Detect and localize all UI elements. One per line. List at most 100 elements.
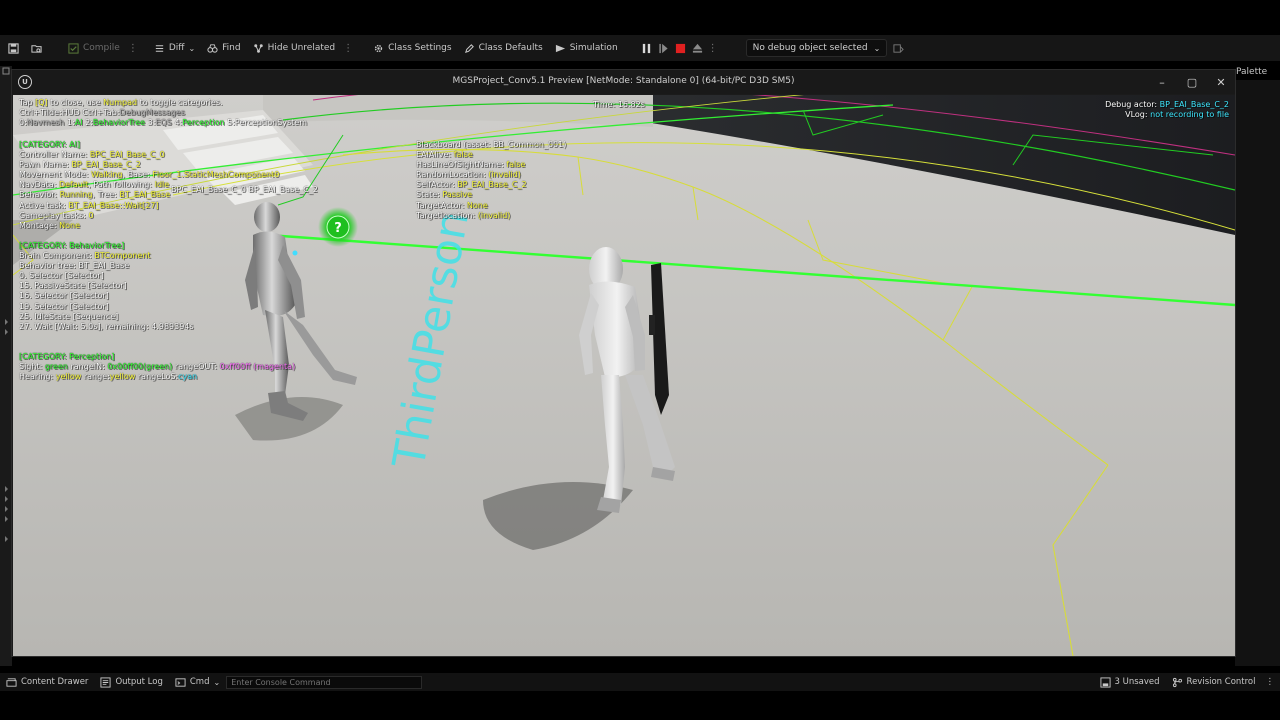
hud-key: , Tree:: [92, 190, 120, 200]
output-log-button[interactable]: Output Log: [94, 673, 168, 691]
pause-button[interactable]: [638, 37, 655, 59]
compile-options-icon[interactable]: ⋮: [126, 43, 140, 54]
game-viewport[interactable]: ThirdPerson ? Tap [Q] to close, use Nump…: [13, 95, 1235, 656]
blueprint-toolbar: Compile ⋮ Diff ⌄ Find Hide Unrelated ⋮ C…: [0, 35, 1280, 61]
hud-line: Movement Mode: Walking, Base: Floor_1.St…: [19, 170, 279, 180]
hud-line: 27. Wait [Wait: 5.0s], remaining: 4.9893…: [19, 322, 194, 332]
hud-key: 25. IdleState [Sequence]: [19, 311, 119, 321]
hud-line: 25. IdleState [Sequence]: [19, 312, 194, 322]
hud-line: Controller Name: BPC_EAI_Base_C_0: [19, 150, 279, 160]
minimize-button[interactable]: –: [1148, 73, 1176, 91]
save-button[interactable]: [0, 37, 25, 59]
hud-key: TargetActor:: [416, 200, 467, 210]
close-button[interactable]: ✕: [1207, 73, 1235, 91]
revision-control-button[interactable]: Revision Control ⋮: [1166, 673, 1280, 691]
hearing-los-value: cyan: [178, 372, 198, 382]
hud-value: Running: [59, 190, 93, 200]
content-drawer-label: Content Drawer: [21, 677, 89, 687]
hud-line: SelfActor: BP_EAI_Base_C_2: [416, 180, 566, 190]
hud-key: NavData:: [19, 180, 59, 190]
revision-control-icon: [1172, 677, 1182, 687]
stop-button[interactable]: [672, 37, 689, 59]
hud-value: BP_EAI_Base_C_2: [71, 160, 141, 170]
hud-value: BT_EAI_Base::Wait[27]: [68, 200, 159, 210]
find-button[interactable]: Find: [201, 37, 246, 59]
step-button[interactable]: [655, 37, 672, 59]
content-drawer-button[interactable]: Content Drawer: [0, 673, 94, 691]
hud-value: Idle: [154, 180, 170, 190]
help-numpad: Numpad: [103, 98, 138, 107]
hud-key: , Base:: [122, 170, 153, 180]
hud-value: None: [59, 220, 81, 230]
hud-key: Blackboard (asset: BB_Common_001): [416, 140, 567, 149]
hud-key: State:: [416, 190, 443, 200]
pie-preview-window: U MGSProject_Conv5.1 Preview [NetMode: S…: [11, 69, 1236, 657]
output-log-icon: [100, 676, 111, 688]
hud-time: Time: 16.82s: [593, 100, 645, 109]
select-debug-actor-button[interactable]: [887, 37, 910, 59]
category-key: 5:: [227, 118, 235, 128]
hud-line: TargetActor: None: [416, 201, 566, 211]
hud-line: [CATEGORY: BehaviorTree]: [19, 241, 194, 251]
preview-title-bar[interactable]: U MGSProject_Conv5.1 Preview [NetMode: S…: [12, 70, 1235, 94]
class-defaults-button[interactable]: Class Defaults: [458, 37, 549, 59]
browse-button[interactable]: [25, 37, 48, 59]
pause-icon: [642, 43, 650, 53]
class-settings-button[interactable]: Class Settings: [367, 37, 457, 59]
hud-key: 19. Selector [Selector]: [19, 301, 109, 311]
hud-value: BT_EAI_Base: [119, 190, 171, 200]
hud-behavior-tree-category: [CATEGORY: BehaviorTree] Brain Component:…: [19, 241, 194, 332]
debug-actor-label: Debug actor:: [1105, 100, 1160, 109]
simulation-button[interactable]: Simulation: [549, 37, 624, 59]
compile-button[interactable]: Compile: [62, 37, 126, 59]
diff-icon: [155, 44, 163, 52]
hud-key: 15. PassiveState [Selector]: [19, 281, 127, 291]
sight-rangein-value: 0x00ff00(green): [107, 362, 173, 372]
play-options-icon[interactable]: ⋮: [706, 43, 720, 54]
maximize-button[interactable]: ▢: [1178, 73, 1206, 91]
hud-blackboard: Blackboard (asset: BB_Common_001) EAIAli…: [416, 140, 566, 221]
hide-unrelated-button[interactable]: Hide Unrelated: [247, 37, 342, 59]
preview-title: MGSProject_Conv5.1 Preview [NetMode: Sta…: [452, 76, 795, 86]
hud-line: Brain Component: BTComponent: [19, 251, 194, 261]
hearing-range-value: yellow: [109, 372, 136, 382]
pawn-name-tag: BPC_EAI_Base_C_0 BP_EAI_Base_C_2: [171, 185, 318, 194]
chevron-down-icon: ⌄: [873, 43, 881, 53]
hud-value: Walking: [90, 170, 123, 180]
palette-tab[interactable]: Palette: [1236, 67, 1267, 77]
hud-key: Movement Mode:: [19, 170, 91, 180]
console-icon: [175, 677, 186, 687]
help-key-q: [Q]: [35, 98, 48, 107]
category-label: BehaviorTree: [92, 118, 146, 128]
eject-button[interactable]: [689, 37, 706, 59]
hud-key: [CATEGORY: BehaviorTree]: [19, 241, 125, 250]
console-command-input[interactable]: [226, 675, 423, 689]
chevron-down-icon: ⌄: [213, 677, 221, 687]
cmd-selector[interactable]: Cmd ⌄: [169, 673, 226, 691]
right-panel: [1235, 80, 1280, 666]
category-label: AI: [74, 118, 83, 128]
hud-key: 16. Selector [Selector]: [19, 291, 109, 301]
hud-key: Montage:: [19, 220, 60, 230]
hud-line: Behavior tree: BT_EAI_Base: [19, 261, 194, 271]
sight-rangeout-label: rangeOUT:: [172, 362, 220, 372]
help-category-list: 0:Navmesh 1:AI 2:BehaviorTree 3:EQS 4:Pe…: [19, 118, 307, 128]
hud-key: Brain Component:: [19, 251, 95, 261]
category-key: 2:: [85, 118, 93, 128]
binoculars-icon: [207, 43, 218, 53]
stop-icon: [675, 43, 685, 53]
hud-key: 27. Wait [Wait: 5.0s], remaining: 4.9893…: [19, 321, 194, 331]
more-options-icon[interactable]: ⋮: [1266, 677, 1275, 687]
hud-perception-category: [CATEGORY: Perception] Sight: green rang…: [19, 352, 295, 382]
sight-label: Sight:: [19, 362, 45, 372]
hud-value: BT_EAI_Base: [78, 261, 130, 271]
more-options-icon[interactable]: ⋮: [341, 43, 355, 54]
unsaved-icon: [1099, 676, 1111, 688]
hud-key: EAIAlive:: [416, 150, 454, 160]
debug-object-select[interactable]: No debug object selected ⌄: [745, 39, 888, 57]
unsaved-button[interactable]: 3 Unsaved: [1094, 673, 1166, 691]
diff-button[interactable]: Diff ⌄: [148, 37, 201, 59]
hud-line: 16. Selector [Selector]: [19, 291, 194, 301]
content-drawer-icon: [6, 677, 17, 687]
save-icon: [8, 42, 19, 54]
